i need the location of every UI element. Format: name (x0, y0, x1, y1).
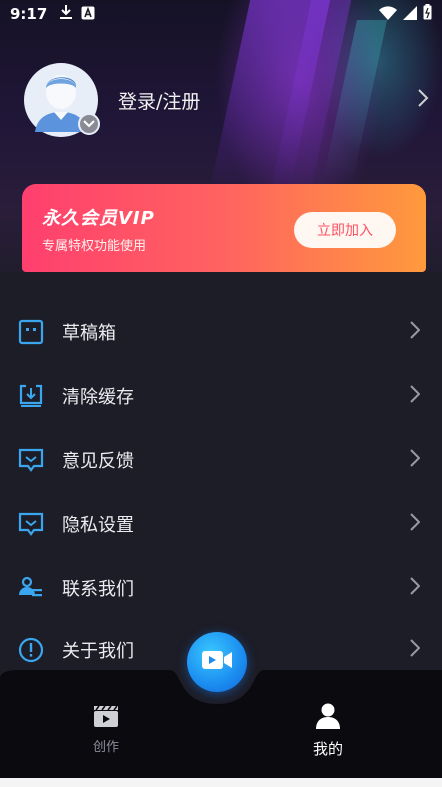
create-video-button[interactable] (187, 632, 247, 692)
vip-subtitle: 专属特权功能使用 (42, 239, 147, 254)
menu-item-label: 关于我们 (62, 641, 134, 662)
menu-item-label: 联系我们 (62, 579, 134, 600)
tab-create-label: 创作 (92, 740, 119, 755)
chevron-right-icon (410, 639, 421, 661)
vip-title: 永久会员VIP (42, 208, 155, 229)
clear-cache-icon (18, 383, 44, 409)
privacy-icon (18, 511, 44, 537)
chevron-right-icon (410, 321, 421, 343)
status-bar: 9:17 (0, 0, 442, 28)
feedback-icon (18, 447, 44, 473)
contact-icon (18, 575, 44, 601)
menu-item-label: 隐私设置 (62, 515, 134, 536)
clapperboard-icon (93, 704, 119, 732)
join-vip-button[interactable]: 立即加入 (294, 212, 396, 248)
user-icon (316, 702, 340, 734)
menu-item-drafts[interactable]: 草稿箱 (0, 302, 442, 362)
menu-item-feedback[interactable]: 意见反馈 (0, 430, 442, 490)
vip-card[interactable]: 永久会员VIP 专属特权功能使用 立即加入 (22, 184, 426, 272)
status-time: 9:17 (10, 5, 48, 23)
avatar-dropdown-icon[interactable] (78, 113, 100, 135)
chevron-right-icon (410, 513, 421, 535)
profile-row[interactable]: 登录/注册 (24, 60, 429, 140)
menu-item-label: 草稿箱 (62, 323, 116, 344)
battery-icon (423, 4, 432, 24)
login-register-link[interactable]: 登录/注册 (118, 87, 200, 114)
menu-list: 草稿箱 清除缓存 意见反馈 隐私设置 联系我们 关于我们 (0, 272, 442, 692)
menu-item-contact[interactable]: 联系我们 (0, 558, 442, 618)
menu-item-privacy[interactable]: 隐私设置 (0, 494, 442, 554)
chevron-right-icon[interactable] (417, 88, 429, 112)
chevron-right-icon (410, 577, 421, 599)
signal-icon (403, 5, 417, 24)
tab-create[interactable]: 创作 (70, 704, 142, 755)
chevron-right-icon (410, 449, 421, 471)
menu-item-label: 清除缓存 (62, 387, 134, 408)
menu-item-label: 意见反馈 (62, 451, 134, 472)
download-icon (59, 4, 73, 24)
menu-item-clear-cache[interactable]: 清除缓存 (0, 366, 442, 426)
video-camera-icon (201, 648, 233, 676)
tab-mine[interactable]: 我的 (292, 702, 364, 759)
wifi-icon (379, 5, 397, 24)
tab-mine-label: 我的 (312, 740, 343, 758)
avatar[interactable] (24, 63, 100, 137)
system-nav-strip (0, 778, 442, 787)
drafts-icon (18, 319, 44, 345)
chevron-right-icon (410, 385, 421, 407)
notification-a-icon (81, 5, 95, 24)
info-icon (18, 637, 44, 663)
